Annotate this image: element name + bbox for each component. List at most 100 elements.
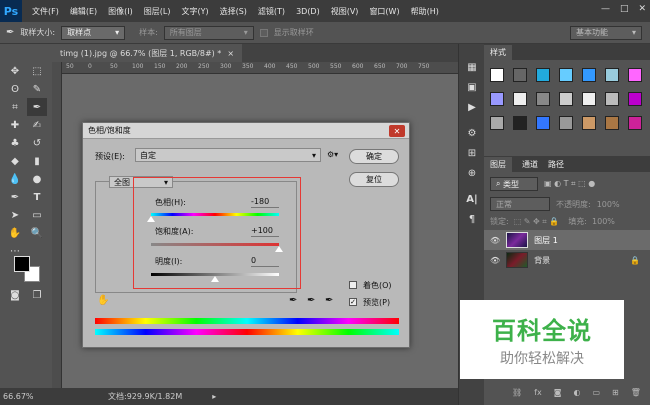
dialog-titlebar[interactable]: 色相/饱和度	[83, 123, 409, 139]
opacity-value[interactable]: 100%	[597, 200, 620, 209]
character-panel-icon[interactable]: A|	[462, 190, 482, 208]
gradient-tool-icon[interactable]: ▮	[27, 152, 47, 170]
style-swatch[interactable]	[490, 116, 504, 130]
close-tab-icon[interactable]: ×	[227, 49, 234, 58]
brush-tool-icon[interactable]: ✍	[27, 116, 47, 134]
style-swatch[interactable]	[605, 68, 619, 82]
link-layers-icon[interactable]: ⛓	[512, 388, 522, 397]
marquee-tool-icon[interactable]: ⬚	[27, 62, 47, 80]
foreground-color-swatch[interactable]	[14, 256, 30, 272]
actions-panel-icon[interactable]: ▶	[462, 98, 482, 116]
healing-brush-icon[interactable]: ✚	[5, 116, 25, 134]
filter-icons[interactable]: ▣ ◐ T ⌗ ⬚ ●	[544, 179, 595, 189]
style-swatch[interactable]	[559, 68, 573, 82]
style-swatch[interactable]	[513, 116, 527, 130]
style-swatch[interactable]	[536, 68, 550, 82]
screen-mode-icon[interactable]: ❐	[27, 286, 47, 304]
lock-icons[interactable]: ⬚ ✎ ✥ ⌗ 🔒	[514, 217, 560, 227]
zoom-tool-icon[interactable]: 🔍	[27, 224, 47, 242]
crop-tool-icon[interactable]: ⌗	[5, 98, 25, 116]
quick-mask-icon[interactable]: ◙	[5, 286, 25, 304]
dodge-tool-icon[interactable]: ●	[27, 170, 47, 188]
ok-button[interactable]: 确定	[349, 149, 399, 164]
document-info[interactable]: 文档:929.9K/1.82M	[108, 391, 182, 402]
sample-select[interactable]: 所有图层 ▾	[163, 25, 254, 40]
style-swatch[interactable]	[582, 116, 596, 130]
style-swatch[interactable]	[536, 92, 550, 106]
style-swatch[interactable]	[490, 92, 504, 106]
show-ring-checkbox[interactable]	[259, 28, 268, 37]
preview-checkbox[interactable]: ✓	[349, 298, 357, 306]
rectangle-tool-icon[interactable]: ▭	[27, 206, 47, 224]
close-window-button[interactable]: ✕	[638, 4, 646, 14]
move-tool-icon[interactable]: ✥	[5, 62, 25, 80]
paragraph-panel-icon[interactable]: ¶	[462, 210, 482, 228]
eyedropper-icon[interactable]: ✒	[289, 295, 297, 306]
adjustments-panel-icon[interactable]: ⚙	[462, 124, 482, 142]
style-swatch[interactable]	[536, 116, 550, 130]
fx-icon[interactable]: fx	[534, 388, 542, 397]
menu-layer[interactable]: 图层(L)	[144, 6, 171, 17]
trash-icon[interactable]: 🗑	[631, 388, 641, 397]
workspace-select[interactable]: 基本功能 ▾	[570, 25, 642, 40]
preset-select[interactable]: 自定 ▾	[135, 148, 321, 162]
tab-layers[interactable]: 图层	[484, 156, 512, 172]
eye-icon[interactable]: 👁	[490, 256, 500, 265]
eyedropper-tool-icon[interactable]: ✒	[27, 98, 47, 116]
document-tab[interactable]: timg (1).jpg @ 66.7% (图层 1, RGB/8#) * ×	[52, 44, 243, 62]
tab-paths[interactable]: 路径	[548, 159, 564, 170]
style-swatch[interactable]	[559, 116, 573, 130]
eyedropper-icon[interactable]: ✒	[6, 27, 14, 38]
group-icon[interactable]: ▭	[592, 388, 600, 397]
menu-file[interactable]: 文件(F)	[32, 6, 59, 17]
menu-window[interactable]: 窗口(W)	[369, 6, 399, 17]
style-swatch[interactable]	[605, 92, 619, 106]
menu-view[interactable]: 视图(V)	[331, 6, 359, 17]
history-brush-icon[interactable]: ↺	[27, 134, 47, 152]
history-panel-icon[interactable]: ▦	[462, 58, 482, 76]
menu-help[interactable]: 帮助(H)	[411, 6, 439, 17]
menu-filter[interactable]: 滤镜(T)	[258, 6, 285, 17]
style-swatch[interactable]	[628, 68, 642, 82]
fill-value[interactable]: 100%	[592, 217, 615, 226]
reset-button[interactable]: 复位	[349, 172, 399, 187]
maximize-button[interactable]: □	[620, 4, 629, 14]
new-layer-icon[interactable]: ⊞	[612, 388, 619, 397]
menu-image[interactable]: 图像(I)	[108, 6, 133, 17]
eyedropper-plus-icon[interactable]: ✒	[307, 295, 315, 306]
eye-icon[interactable]: 👁	[490, 236, 500, 245]
filter-kind-select[interactable]: ⌕ 类型	[490, 177, 538, 191]
style-swatch[interactable]	[582, 92, 596, 106]
properties-panel-icon[interactable]: ⊞	[462, 144, 482, 162]
menu-3d[interactable]: 3D(D)	[296, 7, 320, 16]
menu-type[interactable]: 文字(Y)	[181, 6, 208, 17]
status-arrow-icon[interactable]: ▸	[212, 392, 216, 401]
style-swatch[interactable]	[559, 92, 573, 106]
clone-stamp-icon[interactable]: ♣	[5, 134, 25, 152]
style-swatch[interactable]	[582, 68, 596, 82]
styles-tab[interactable]: 样式	[484, 44, 512, 60]
type-tool-icon[interactable]: T	[27, 188, 47, 206]
style-swatch[interactable]	[628, 92, 642, 106]
eyedropper-minus-icon[interactable]: ✒	[325, 295, 333, 306]
preset-options-icon[interactable]: ⚙▾	[327, 150, 338, 159]
colorize-checkbox[interactable]	[349, 281, 357, 289]
menu-edit[interactable]: 编辑(E)	[70, 6, 97, 17]
layer-row[interactable]: 👁 图层 1	[484, 230, 650, 250]
sample-size-select[interactable]: 取样点 ▾	[61, 25, 126, 40]
hand-adjust-icon[interactable]: ✋	[97, 295, 109, 306]
tab-channels[interactable]: 通道	[522, 159, 538, 170]
path-select-icon[interactable]: ➤	[5, 206, 25, 224]
pen-tool-icon[interactable]: ✒	[5, 188, 25, 206]
adjustment-layer-icon[interactable]: ◐	[573, 388, 580, 397]
add-mask-icon[interactable]: ◙	[554, 388, 562, 397]
color-panel-icon[interactable]: ▣	[462, 78, 482, 96]
blur-tool-icon[interactable]: 💧	[5, 170, 25, 188]
eraser-tool-icon[interactable]: ◆	[5, 152, 25, 170]
quick-select-tool-icon[interactable]: ✎	[27, 80, 47, 98]
style-swatch[interactable]	[605, 116, 619, 130]
lasso-tool-icon[interactable]: ʘ	[5, 80, 25, 98]
clone-source-icon[interactable]: ⊕	[462, 164, 482, 182]
style-swatch[interactable]	[513, 68, 527, 82]
menu-select[interactable]: 选择(S)	[220, 6, 247, 17]
